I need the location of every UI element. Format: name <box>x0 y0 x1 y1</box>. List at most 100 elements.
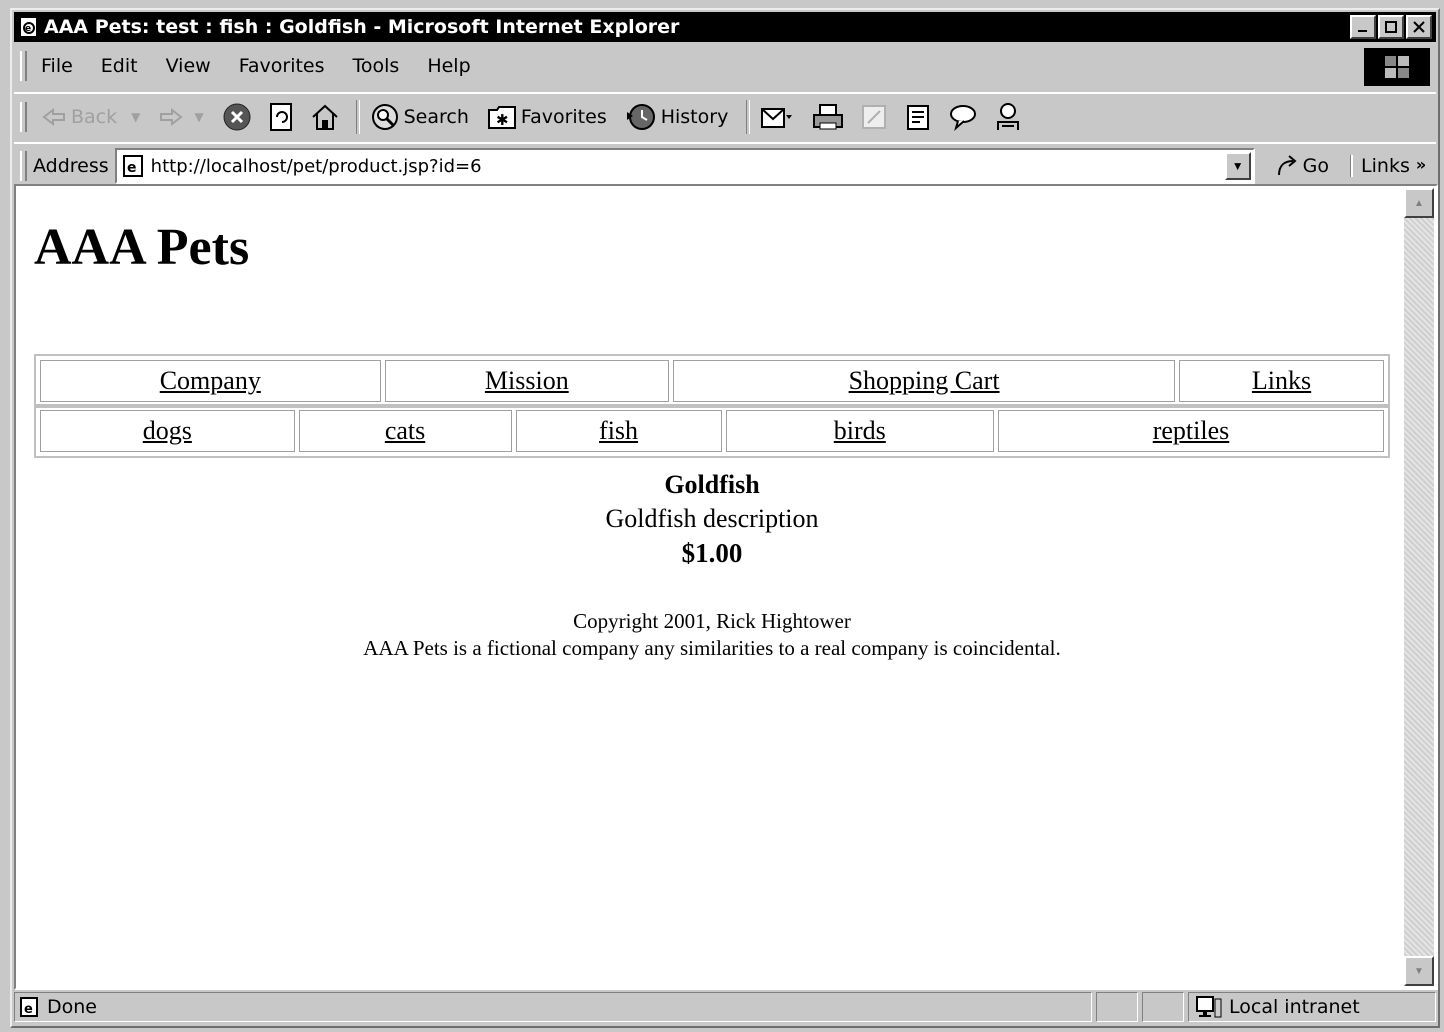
minimize-button[interactable] <box>1350 15 1376 39</box>
page-footer: Copyright 2001, Rick Hightower AAA Pets … <box>34 608 1390 662</box>
page-title: AAA Pets <box>34 219 250 276</box>
nav-link-shopping-cart[interactable]: Shopping Cart <box>849 366 1000 395</box>
edit-page-icon <box>860 103 888 131</box>
status-bar: e Done Local intranet <box>14 990 1436 1024</box>
address-bar: Address e http://localhost/pet/product.j… <box>14 142 1436 188</box>
menu-bar: File Edit View Favorites Tools Help <box>14 46 1436 86</box>
nav-link-links[interactable]: Links <box>1252 366 1311 395</box>
page-content: AAA Pets Company Mission Shopping Cart L… <box>14 184 1438 990</box>
discuss-button[interactable] <box>904 103 936 131</box>
product-name: Goldfish <box>664 470 760 499</box>
stop-button[interactable] <box>222 102 256 132</box>
nav-cell-company: Company <box>40 360 381 402</box>
disclaimer-text: AAA Pets is a fictional company any simi… <box>363 636 1061 660</box>
category-link-cats[interactable]: cats <box>385 416 425 445</box>
messenger-button[interactable] <box>948 103 982 131</box>
windows-logo-icon <box>1364 48 1430 86</box>
scroll-up-button[interactable]: ▲ <box>1404 188 1434 218</box>
address-url[interactable]: http://localhost/pet/product.jsp?id=6 <box>151 156 482 177</box>
address-dropdown-button[interactable]: ▼ <box>1224 152 1251 180</box>
refresh-icon <box>268 102 294 132</box>
status-text: Done <box>47 996 97 1018</box>
print-icon <box>812 103 844 131</box>
nav-link-company[interactable]: Company <box>160 366 261 395</box>
toolbar-separator-2 <box>746 100 751 134</box>
forward-arrow-icon <box>158 107 184 127</box>
speech-bubble-icon <box>948 103 978 131</box>
address-grip[interactable] <box>20 151 27 181</box>
status-zone: Local intranet <box>1188 992 1436 1022</box>
go-button[interactable]: Go <box>1275 153 1329 179</box>
menu-tools[interactable]: Tools <box>353 55 400 77</box>
address-input[interactable]: e http://localhost/pet/product.jsp?id=6 … <box>114 148 1255 184</box>
research-button[interactable] <box>994 102 1026 132</box>
favorites-label: Favorites <box>520 106 607 128</box>
search-button[interactable]: Search <box>370 102 469 132</box>
refresh-button[interactable] <box>268 102 298 132</box>
back-dropdown-icon[interactable]: ▼ <box>131 110 140 124</box>
home-button[interactable] <box>310 103 344 131</box>
back-arrow-icon <box>41 107 67 127</box>
history-icon <box>625 102 657 132</box>
toolbar-grip[interactable] <box>20 102 27 132</box>
edit-button[interactable] <box>860 103 892 131</box>
print-button[interactable] <box>812 103 848 131</box>
close-button[interactable] <box>1406 15 1432 39</box>
menu-edit[interactable]: Edit <box>101 55 138 77</box>
forward-button[interactable]: ▼ <box>158 107 204 127</box>
category-cell-fish: fish <box>515 410 722 452</box>
category-link-fish[interactable]: fish <box>599 416 638 445</box>
category-cell-reptiles: reptiles <box>997 410 1384 452</box>
nav-cell-links: Links <box>1179 360 1384 402</box>
svg-text:✱: ✱ <box>496 111 509 129</box>
status-page-icon: e <box>19 996 41 1018</box>
product-price: $1.00 <box>681 538 743 568</box>
menu-favorites[interactable]: Favorites <box>239 55 325 77</box>
nav-link-mission[interactable]: Mission <box>485 366 569 395</box>
intranet-icon <box>1195 995 1223 1019</box>
category-link-dogs[interactable]: dogs <box>143 416 192 445</box>
product-details: Goldfish Goldfish description $1.00 <box>34 468 1390 570</box>
page-body: AAA Pets Company Mission Shopping Cart L… <box>34 186 1390 662</box>
standard-toolbar: Back ▼ ▼ Search ✱ Favorites History <box>14 92 1436 140</box>
menu-grip[interactable] <box>20 51 27 81</box>
back-label: Back <box>71 106 118 128</box>
main-nav: Company Mission Shopping Cart Links <box>34 354 1390 408</box>
search-label: Search <box>403 106 469 128</box>
product-description: Goldfish description <box>605 504 819 533</box>
title-bar[interactable]: e AAA Pets: test : fish : Goldfish - Mic… <box>14 12 1436 42</box>
category-nav: dogs cats fish birds reptiles <box>34 404 1390 458</box>
category-cell-cats: cats <box>298 410 512 452</box>
status-main: e Done <box>14 992 1092 1022</box>
menu-file[interactable]: File <box>41 55 73 77</box>
vertical-scrollbar[interactable]: ▲ ▼ <box>1404 188 1434 986</box>
go-label: Go <box>1302 155 1330 177</box>
svg-text:e: e <box>127 160 137 176</box>
scroll-down-button[interactable]: ▼ <box>1404 956 1434 986</box>
links-button[interactable]: Links » <box>1351 155 1426 177</box>
window-title: AAA Pets: test : fish : Goldfish - Micro… <box>44 16 680 38</box>
mail-button[interactable] <box>760 103 798 131</box>
search-icon <box>370 102 400 132</box>
svg-text:e: e <box>24 1002 33 1017</box>
history-button[interactable]: History <box>625 102 728 132</box>
back-button[interactable]: Back ▼ <box>41 106 140 128</box>
category-link-birds[interactable]: birds <box>834 416 886 445</box>
person-icon <box>994 102 1022 132</box>
favorites-button[interactable]: ✱ Favorites <box>487 104 607 130</box>
browser-window: e AAA Pets: test : fish : Goldfish - Mic… <box>10 8 1440 1028</box>
go-arrow-icon <box>1275 153 1301 179</box>
menu-help[interactable]: Help <box>427 55 470 77</box>
category-link-reptiles[interactable]: reptiles <box>1153 416 1230 445</box>
menu-view[interactable]: View <box>166 55 211 77</box>
toolbar-separator <box>355 100 360 134</box>
svg-text:e: e <box>25 24 31 34</box>
maximize-button[interactable] <box>1378 15 1404 39</box>
address-label: Address <box>33 155 109 177</box>
zone-label: Local intranet <box>1229 996 1360 1018</box>
page-favicon-icon: e <box>121 154 145 178</box>
mail-icon <box>760 103 794 131</box>
category-cell-dogs: dogs <box>40 410 295 452</box>
category-cell-birds: birds <box>725 410 994 452</box>
forward-dropdown-icon[interactable]: ▼ <box>194 110 203 124</box>
